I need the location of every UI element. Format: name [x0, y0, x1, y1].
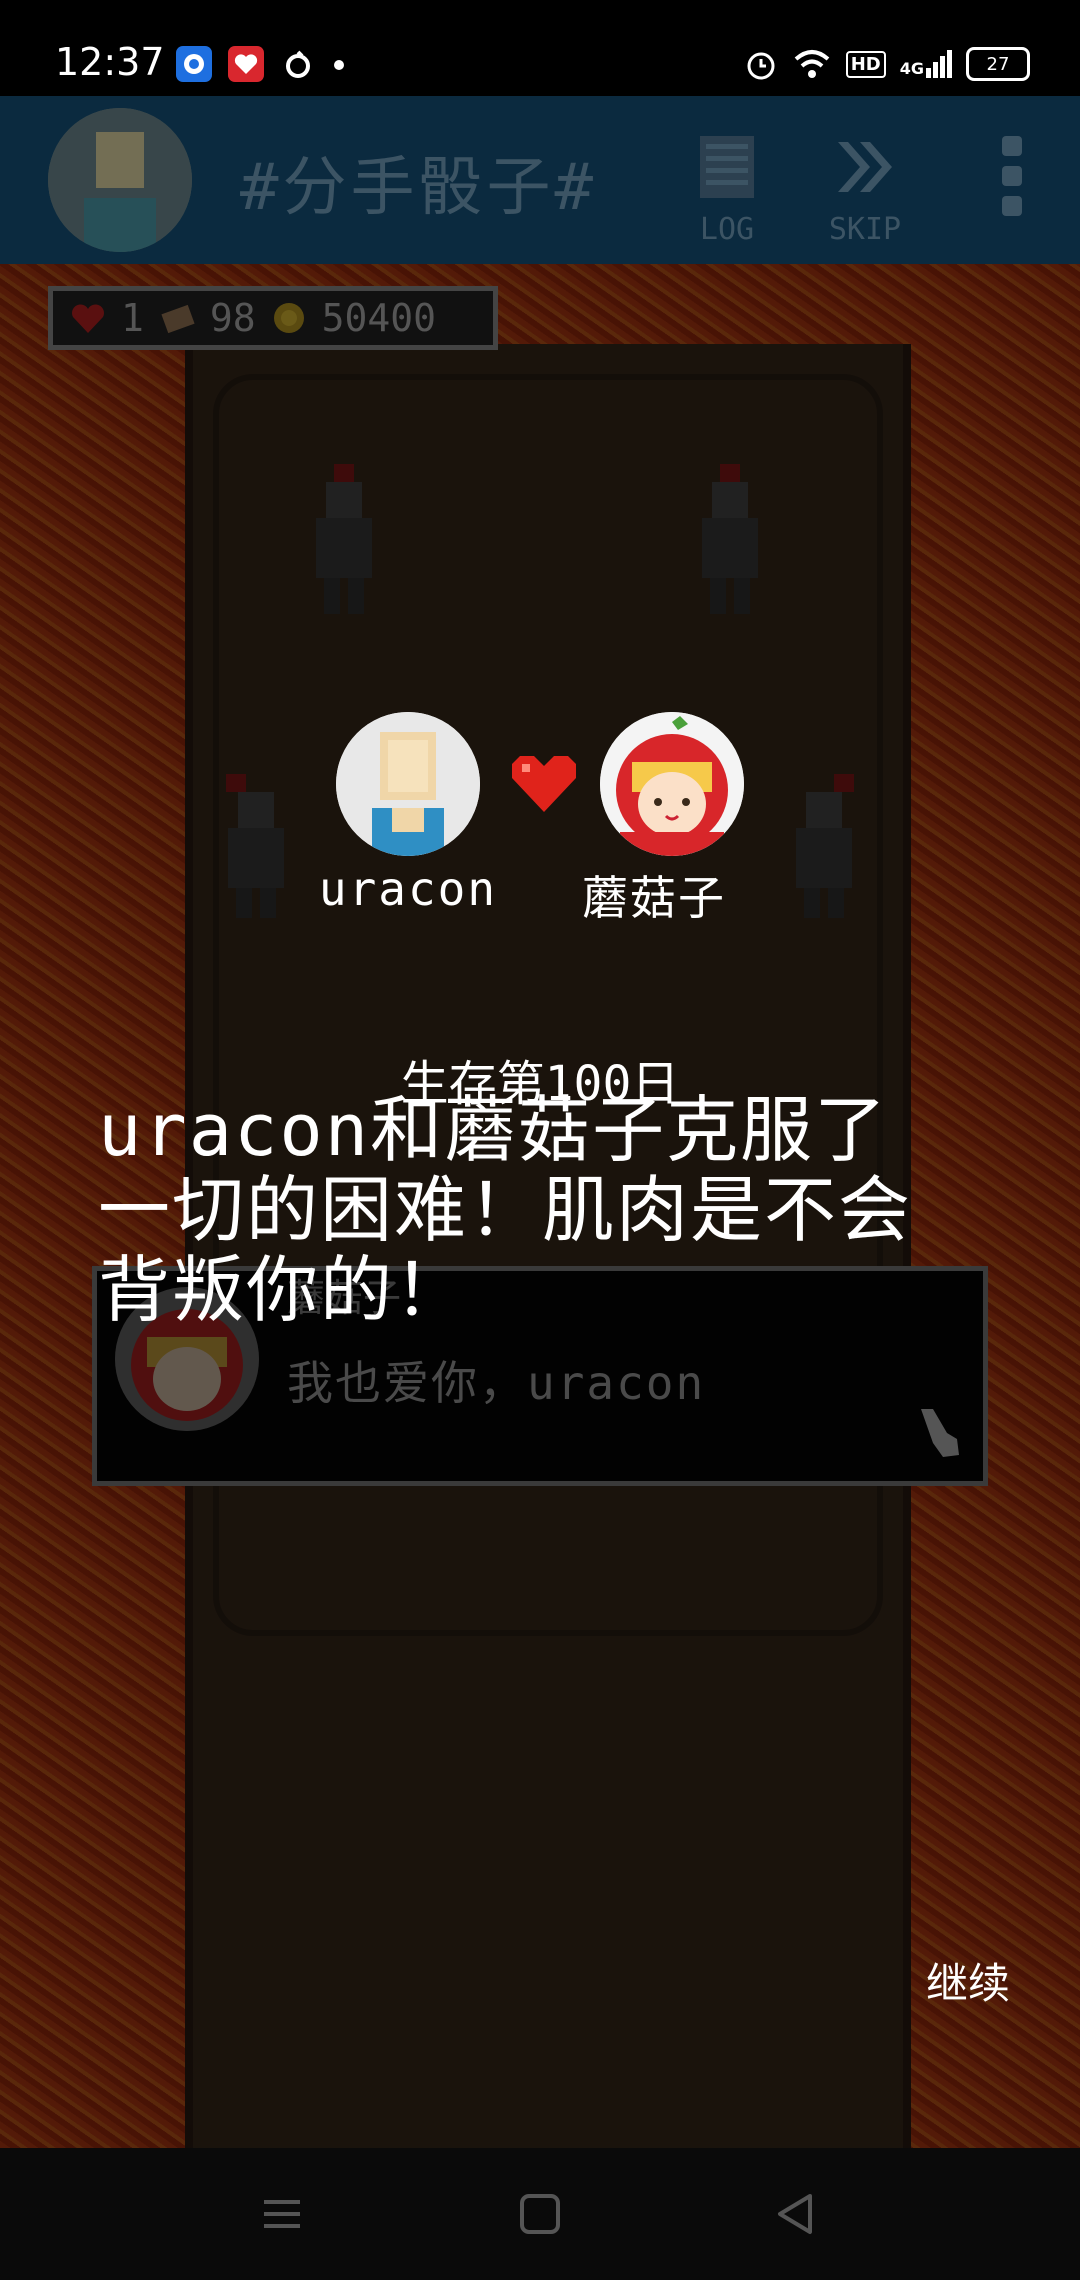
status-time: 12:37 [55, 40, 165, 84]
log-icon [700, 136, 754, 198]
game-header: #分手骰子# LOG SKIP [0, 96, 1080, 264]
back-icon[interactable] [766, 2186, 826, 2242]
heart-icon [512, 756, 576, 812]
story-line: 背叛你的！ [98, 1248, 469, 1332]
skip-button[interactable]: SKIP [810, 132, 920, 247]
story-line: 一切的困难！肌肉是不会 [98, 1168, 913, 1252]
log-label: LOG [699, 212, 755, 247]
network-type: 4G [899, 59, 924, 78]
menu-icon[interactable] [252, 2186, 312, 2242]
hearts-count: 1 [121, 296, 144, 340]
coins-count: 50400 [321, 296, 437, 340]
partner-name: 蘑菇子 [582, 871, 726, 925]
wifi-icon [794, 50, 830, 78]
game-scene[interactable]: 1 98 50400 uracon 蘑菇子 蘑菇子 我也爱你，uracon 生存… [0, 264, 1080, 2154]
notification-dot-icon [334, 60, 344, 70]
log-button[interactable]: LOG [672, 132, 782, 247]
home-icon[interactable] [510, 2186, 570, 2242]
battery-icon: 27 [966, 47, 1030, 81]
alarm-icon [747, 52, 775, 80]
cards-count: 98 [209, 296, 256, 340]
dialog-text: 我也爱你，uracon [287, 1356, 706, 1410]
partner-avatar-large [600, 712, 744, 856]
page-title: #分手骰子# [240, 151, 598, 225]
heart-icon [72, 304, 104, 333]
coin-icon [273, 303, 304, 333]
signal-icon: 4G [900, 50, 952, 78]
system-nav-bar [0, 2148, 1080, 2280]
continue-button[interactable]: 继续 [926, 1950, 1010, 2011]
music-app-icon [280, 46, 316, 82]
fast-forward-icon [838, 142, 892, 192]
heart-app-icon [228, 46, 264, 82]
player-name: uracon [318, 862, 498, 916]
browser-app-icon [176, 46, 212, 82]
status-icons: HD 4G 27 [744, 44, 1030, 84]
hd-icon: HD [845, 50, 886, 78]
cards-icon [161, 304, 195, 334]
player-avatar-large [336, 712, 480, 856]
stats-bar: 1 98 50400 [48, 286, 498, 350]
pointer-hand-icon [921, 1409, 959, 1457]
story-line: uracon和蘑菇子克服了 [98, 1088, 889, 1172]
more-menu-icon[interactable] [998, 136, 1026, 226]
story-message: uracon和蘑菇子克服了 一切的困难！肌肉是不会 背叛你的！ [98, 1090, 998, 1330]
status-bar: 12:37 HD 4G 27 [0, 0, 1080, 96]
player-avatar[interactable] [48, 108, 192, 252]
skip-label: SKIP [828, 212, 902, 247]
